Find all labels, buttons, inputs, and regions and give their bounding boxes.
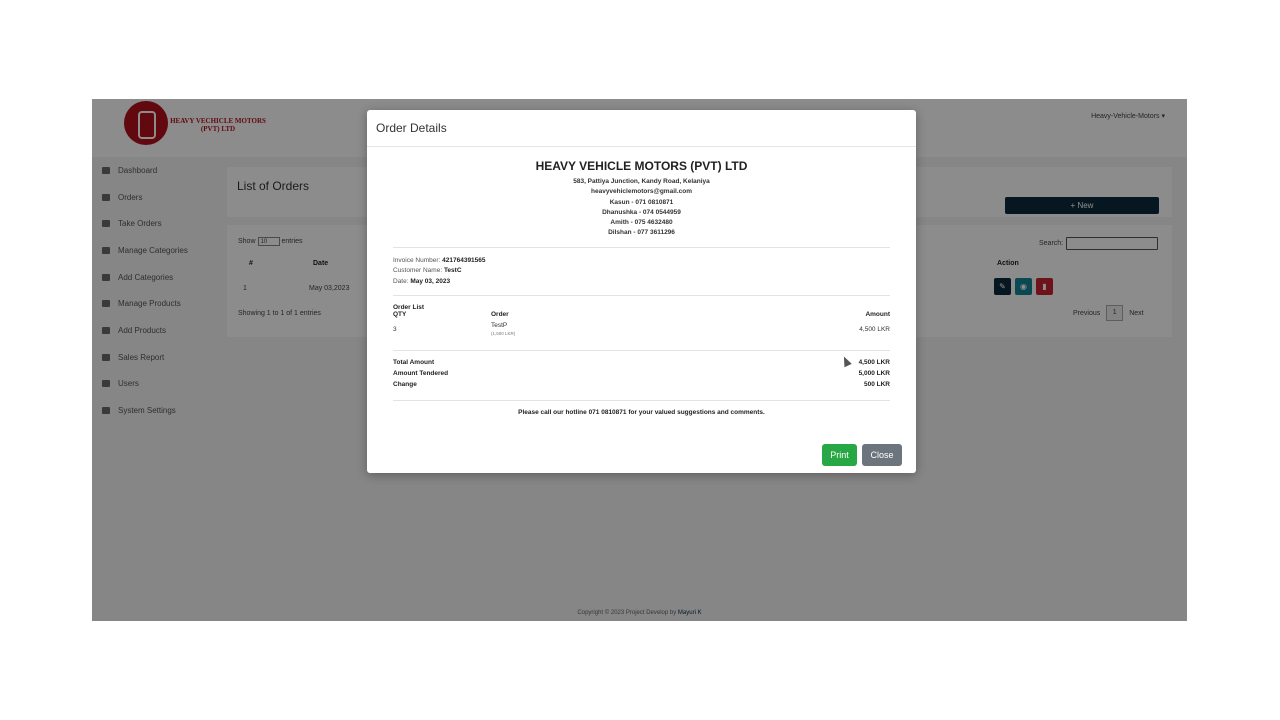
customer-name: Customer Name: TestC (393, 266, 890, 277)
qty-header: QTY (393, 311, 407, 319)
hotline-note: Please call our hotline 071 0810871 for … (518, 409, 765, 417)
change-row: Change 500 LKR (393, 381, 890, 392)
invoice-label: Invoice Number: (393, 256, 441, 264)
divider (393, 295, 890, 297)
total-value: 4,500 LKR (858, 359, 890, 367)
order-header: Order (491, 311, 509, 319)
order-details-modal: Order Details HEAVY VEHICLE MOTORS (PVT)… (367, 110, 916, 473)
company-contact: 583, Pattiya Junction, Kandy Road, Kelan… (393, 177, 890, 239)
item-unit-price: (1,500 LKR) (491, 331, 516, 337)
tendered-value: 5,000 LKR (858, 370, 890, 378)
modal-title: Order Details (376, 121, 447, 135)
invoice-value: 421764391565 (442, 256, 486, 264)
item-name: TestP (491, 322, 508, 330)
company-name: HEAVY VEHICLE MOTORS (PVT) LTD (535, 159, 748, 173)
modal-footer: Print Close (367, 437, 916, 473)
tendered-row: Amount Tendered 5,000 LKR (393, 370, 890, 381)
order-list-title: Order List (393, 304, 425, 312)
receipt: HEAVY VEHICLE MOTORS (PVT) LTD 583, Patt… (393, 146, 890, 436)
date-value: May 03, 2023 (410, 277, 451, 285)
item-qty: 3 (393, 326, 397, 334)
item-amount: 4,500 LKR (859, 326, 890, 334)
print-button[interactable]: Print (822, 444, 857, 466)
divider (393, 400, 890, 402)
customer-value: TestC (443, 267, 462, 275)
total-row: Total Amount 4,500 LKR (393, 359, 890, 370)
tendered-label: Amount Tendered (393, 370, 449, 378)
divider (393, 246, 890, 248)
order-list-header: QTY Order Amount (393, 311, 890, 322)
email-line: heavyvehiclemotors@gmail.com (591, 188, 692, 196)
amount-header: Amount (865, 311, 890, 319)
total-label: Total Amount (393, 359, 435, 367)
phone-line: Kasun - 071 0810871 (609, 198, 674, 206)
change-label: Change (393, 381, 417, 389)
date-label: Date: (393, 277, 409, 285)
address-line: 583, Pattiya Junction, Kandy Road, Kelan… (573, 178, 710, 185)
close-button[interactable]: Close (862, 444, 902, 466)
phone-line: Dhanushka - 074 0544959 (602, 208, 681, 216)
order-item-row: 3 TestP (1,500 LKR) 4,500 LKR (393, 322, 890, 342)
change-value: 500 LKR (863, 381, 890, 389)
phone-line: Dilshan - 077 3611296 (608, 229, 675, 237)
divider (393, 350, 890, 352)
invoice-number: Invoice Number: 421764391565 (393, 256, 890, 267)
order-date: Date: May 03, 2023 (393, 277, 890, 288)
phone-line: Amith - 075 4632480 (610, 219, 673, 227)
modal-header: Order Details (367, 110, 916, 147)
customer-label: Customer Name: (393, 267, 443, 275)
